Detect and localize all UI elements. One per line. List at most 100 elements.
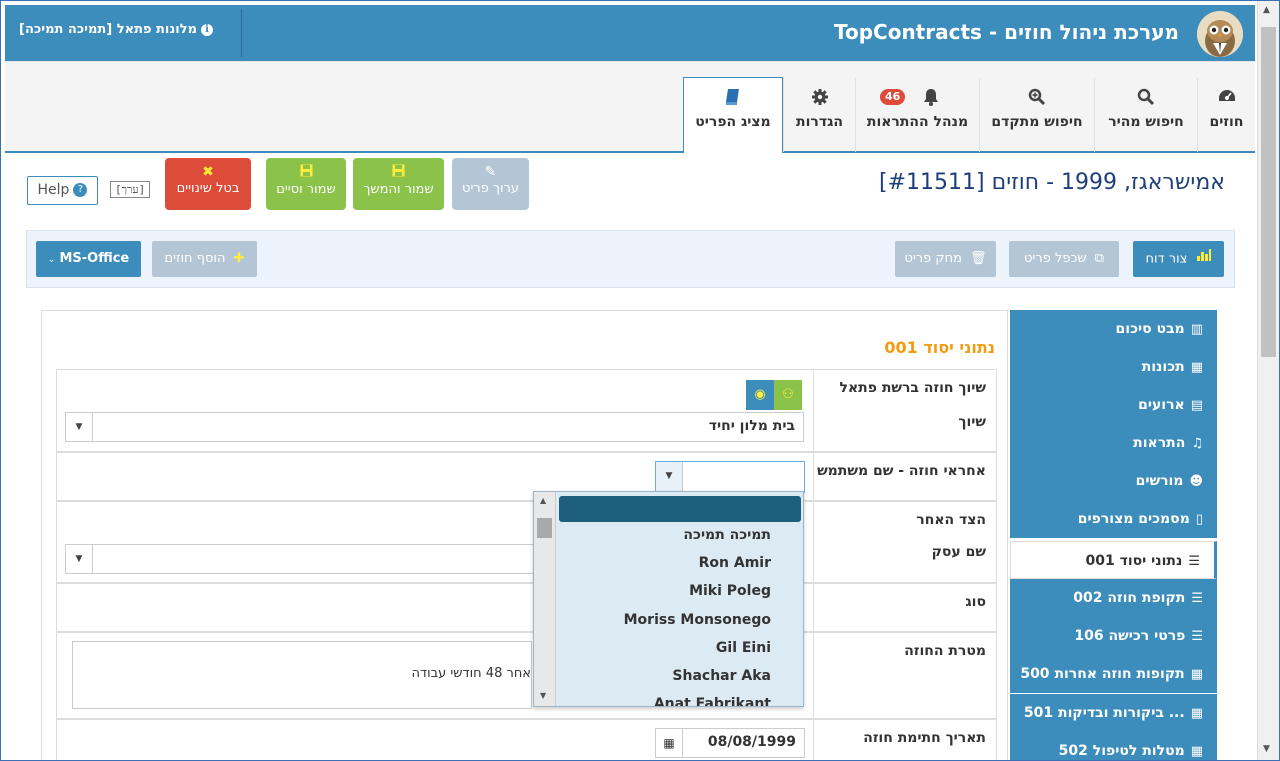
chevron-down-icon: ⌄	[47, 255, 56, 265]
duplicate-item-button[interactable]: שכפל פריט ⧉	[1009, 241, 1119, 277]
add-contracts-button[interactable]: הוסף חוזים ✚	[152, 241, 257, 277]
assign-select[interactable]: ▼ בית מלון יחיד	[65, 412, 804, 442]
save-icon	[266, 164, 346, 181]
ms-office-menu-button[interactable]: ⌄ MS-Office	[36, 241, 141, 277]
gear-icon	[784, 88, 855, 110]
grid-icon: ▦	[1190, 360, 1203, 375]
column-divider	[813, 633, 814, 718]
trash-icon: 🗑	[970, 251, 987, 266]
sidebar-item-purchase-details[interactable]: 106 פרטי רכישה ☰	[1010, 617, 1217, 655]
sidebar-item-tasks[interactable]: 502 מטלות לטיפול ▦	[1010, 732, 1217, 760]
cancel-changes-button[interactable]: ✖ בטל שינויים	[165, 158, 251, 210]
create-report-button[interactable]: צור דוח	[1133, 241, 1224, 277]
sidebar-item-summary[interactable]: מבט סיכום ▥	[1010, 310, 1217, 348]
chevron-down-icon[interactable]: ▼	[66, 545, 93, 573]
tab-label: חיפוש מהיר	[1108, 114, 1184, 130]
bell-icon: ♫	[1191, 436, 1203, 451]
sidebar-item-label: 500 תקופות חוזה אחרות	[1020, 666, 1185, 682]
column-divider	[813, 370, 814, 451]
bar-chart-icon	[1196, 241, 1212, 277]
sidebar-item-other-periods[interactable]: 500 תקופות חוזה אחרות ▦	[1010, 655, 1217, 693]
type-label: סוג	[965, 594, 986, 610]
app-header: מלונות פתאל [תמיכה תמיכה] i TopContracts…	[5, 5, 1255, 61]
form-row-owner: אחראי חוזה - שם משתמש ▼	[56, 452, 997, 501]
owner-select[interactable]: ▼	[655, 461, 805, 493]
table-icon: ▦	[1190, 706, 1203, 721]
duplicate-item-label: שכפל פריט	[1024, 251, 1087, 266]
tab-settings[interactable]: הגדרות	[783, 78, 855, 152]
sidebar-item-basic-data[interactable]: 001 נתוני יסוד ☰	[1010, 541, 1217, 579]
table-icon: ▦	[1190, 667, 1203, 682]
sidebar-item-attachments[interactable]: מסמכים מצורפים ▯	[1010, 500, 1217, 538]
tab-advanced-search[interactable]: חיפוש מתקדם	[979, 78, 1094, 152]
calendar-icon: ▤	[1190, 398, 1203, 413]
scroll-down-arrow-icon[interactable]: ▼	[1263, 744, 1270, 754]
sidebar-item-contract-period[interactable]: 002 תקופת חוזה ☰	[1010, 579, 1217, 617]
owl-logo	[1197, 11, 1243, 57]
table-icon: ▦	[1190, 744, 1203, 759]
chevron-down-icon[interactable]: ▼	[656, 462, 683, 492]
dropdown-scroll-thumb[interactable]	[537, 518, 552, 538]
list-icon: ☰	[1188, 554, 1200, 569]
form-row-purpose: מטרת החוזה אחר 48 חודשי עבודה	[56, 632, 997, 719]
dropdown-option[interactable]: תמיכה תמיכה	[683, 527, 771, 543]
dropdown-scrollbar[interactable]: ▲ ▼	[534, 492, 556, 706]
sidebar-item-label: 502 מטלות לטיפול	[1058, 743, 1185, 759]
calendar-icon[interactable]: ▦	[656, 729, 683, 757]
save-continue-button[interactable]: שמור והמשך	[353, 158, 444, 210]
scroll-down-arrow-icon[interactable]: ▼	[540, 691, 546, 700]
delete-item-button[interactable]: מחק פריט 🗑	[895, 241, 996, 277]
scroll-up-arrow-icon[interactable]: ▲	[1263, 5, 1270, 15]
dropdown-option[interactable]: Moriss Monsonego	[624, 612, 771, 628]
dropdown-option[interactable]: Anat Fabrikant	[654, 696, 771, 706]
dropdown-option[interactable]: Gil Eini	[716, 640, 771, 656]
assign-select-value: בית מלון יחיד	[708, 418, 795, 434]
sidebar-item-audits[interactable]: 501 ביקורות ובדיקות ... ▦	[1010, 694, 1217, 732]
tab-contracts[interactable]: חוזים	[1197, 78, 1255, 152]
sign-date-input[interactable]: ▦ 08/08/1999	[655, 728, 805, 758]
tab-item-viewer[interactable]: מציג הפריט	[683, 77, 783, 153]
column-divider	[813, 584, 814, 631]
save-finish-button[interactable]: שמור וסיים	[266, 158, 346, 210]
assign-sub-label: שיוך	[958, 414, 986, 430]
user-menu[interactable]: מלונות פתאל [תמיכה תמיכה] i	[19, 22, 214, 37]
sidebar-item-alerts[interactable]: התראות ♫	[1010, 424, 1217, 462]
column-divider	[813, 453, 814, 500]
sidebar-item-label: 106 פרטי רכישה	[1074, 628, 1186, 644]
view-button[interactable]: ◉	[746, 380, 774, 410]
dropdown-option[interactable]: Miki Poleg	[689, 583, 771, 599]
edit-item-button[interactable]: ✎ ערוך פריט	[452, 158, 529, 210]
purpose-label: מטרת החוזה	[904, 643, 986, 659]
form-row-type: סוג	[56, 583, 997, 632]
close-icon: ✖	[202, 164, 214, 180]
list-icon: ☰	[1191, 629, 1203, 644]
chevron-down-icon[interactable]: ▼	[66, 413, 93, 441]
owner-dropdown-list[interactable]: ▲ ▼ תמיכה תמיכה Ron Amir Miki Poleg Mori…	[533, 491, 804, 707]
ms-office-label: MS-Office	[59, 251, 130, 266]
dropdown-option[interactable]: Ron Amir	[699, 555, 771, 571]
bell-icon	[856, 88, 979, 110]
help-button[interactable]: Help?	[27, 176, 98, 205]
assign-label: שיוך חוזה ברשת פתאל	[839, 380, 986, 396]
tab-quick-search[interactable]: חיפוש מהיר	[1094, 78, 1197, 152]
browser-frame: מלונות פתאל [תמיכה תמיכה] i TopContracts…	[0, 0, 1280, 761]
page-scrollbar[interactable]: ▲ ▼	[1257, 1, 1279, 760]
tab-label: חוזים	[1209, 114, 1244, 130]
dropdown-option-empty[interactable]	[559, 496, 801, 522]
column-divider	[813, 720, 814, 760]
purpose-textarea[interactable]: אחר 48 חודשי עבודה	[72, 641, 532, 709]
edit-mode-tag: [ערך]	[110, 181, 151, 198]
dropdown-option[interactable]: Shachar Aka	[672, 668, 771, 684]
form-panel: 001 נתוני יסוד שיוך חוזה ברשת פתאל שיוך …	[41, 310, 1008, 760]
sidebar-item-events[interactable]: ארועים ▤	[1010, 386, 1217, 424]
sign-date-label: תאריך חתימת חוזה	[863, 730, 986, 746]
sidebar-item-authorized[interactable]: מורשים ☻	[1010, 462, 1217, 500]
user-label: מלונות פתאל [תמיכה תמיכה]	[19, 22, 198, 37]
sidebar-item-properties[interactable]: תכונות ▦	[1010, 348, 1217, 386]
business-name-label: שם עסק	[931, 544, 986, 560]
binoculars-button[interactable]: ⚇	[774, 380, 802, 410]
scroll-thumb[interactable]	[1261, 27, 1276, 357]
page-title: [#11511] אמישראגז, 1999 - חוזים	[879, 170, 1225, 195]
scroll-up-arrow-icon[interactable]: ▲	[540, 496, 546, 505]
tab-alerts-manager[interactable]: 46 מנהל ההתראות	[855, 78, 979, 152]
